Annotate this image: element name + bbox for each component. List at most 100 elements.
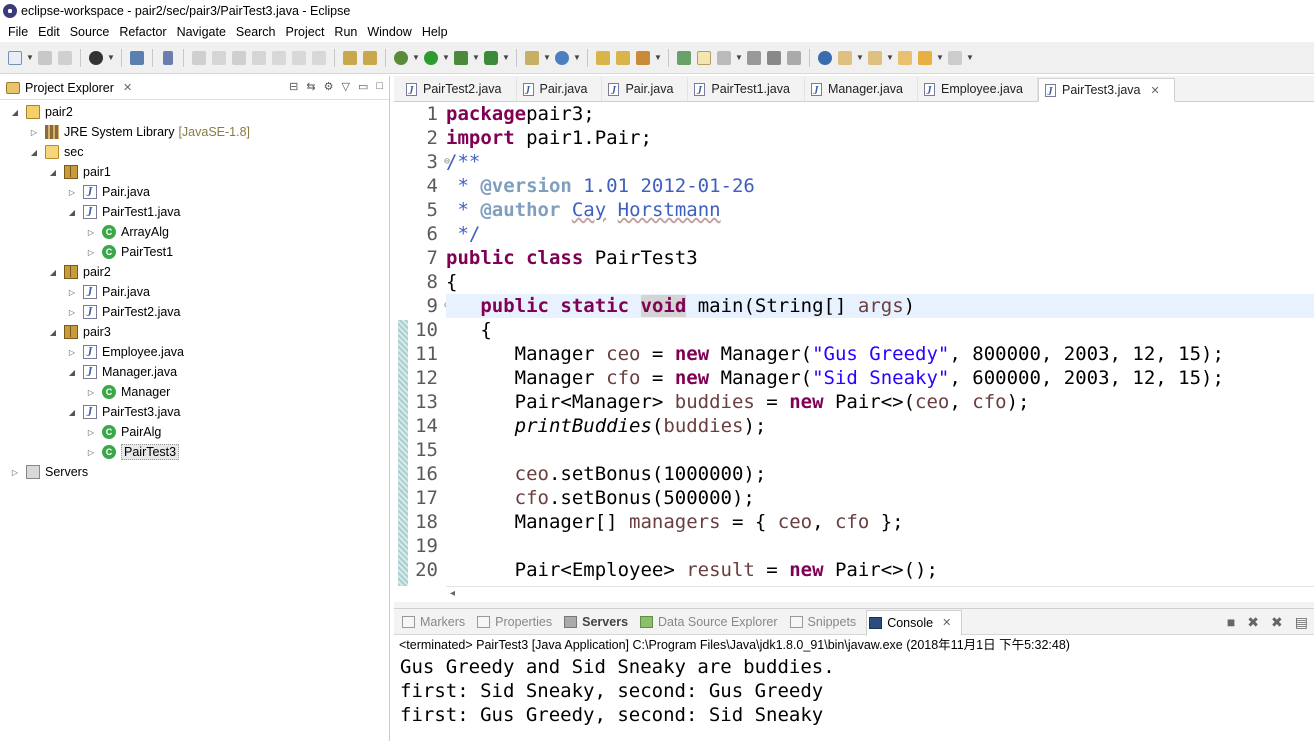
code-line[interactable]: {	[446, 318, 1314, 342]
dropdown-icon[interactable]: ▼	[412, 53, 420, 62]
expanded-twisty-icon[interactable]: ◢	[67, 408, 77, 417]
toggle-mark-occurrences-icon[interactable]	[341, 49, 359, 67]
expanded-twisty-icon[interactable]: ◢	[67, 368, 77, 377]
collapsed-twisty-icon[interactable]: ▷	[29, 128, 39, 137]
code-line[interactable]	[446, 438, 1314, 462]
tree-item[interactable]: ▷ C PairTest3	[0, 442, 389, 462]
tree-item[interactable]: ▷ C PairAlg	[0, 422, 389, 442]
code-line[interactable]: */	[446, 222, 1314, 246]
new-dropdown-icon[interactable]: ▼	[26, 53, 34, 62]
collapsed-twisty-icon[interactable]: ▷	[67, 288, 77, 297]
code-line[interactable]: Pair<Manager> buddies = new Pair<>(ceo, …	[446, 390, 1314, 414]
menu-search[interactable]: Search	[232, 25, 282, 39]
tree-item[interactable]: ◢ pair2	[0, 262, 389, 282]
new-icon[interactable]	[6, 49, 24, 67]
collapsed-twisty-icon[interactable]: ▷	[86, 448, 96, 457]
editor-tab[interactable]: J PairTest2.java	[400, 77, 517, 101]
dropdown-icon[interactable]: ▼	[442, 53, 450, 62]
tree-item[interactable]: ◢ J Manager.java	[0, 362, 389, 382]
collapsed-twisty-icon[interactable]: ▷	[67, 348, 77, 357]
last-edit-icon[interactable]	[896, 49, 914, 67]
remove-all-terminated-icon[interactable]: ✖	[1271, 614, 1283, 631]
terminal-icon[interactable]	[128, 49, 146, 67]
menu-edit[interactable]: Edit	[34, 25, 66, 39]
tree-item[interactable]: ▷ C ArrayAlg	[0, 222, 389, 242]
minimize-icon[interactable]: ▭	[358, 80, 368, 93]
scroll-left-icon[interactable]: ◂	[450, 588, 455, 599]
tree-item[interactable]: ◢ sec	[0, 142, 389, 162]
suspend-icon[interactable]	[210, 49, 228, 67]
code-line[interactable]: Manager cfo = new Manager("Sid Sneaky", …	[446, 366, 1314, 390]
panel-tab[interactable]: Servers	[562, 610, 638, 634]
menu-window[interactable]: Window	[363, 25, 417, 39]
expanded-twisty-icon[interactable]: ◢	[67, 208, 77, 217]
disconnect-icon[interactable]	[250, 49, 268, 67]
horizontal-scrollbar[interactable]: ◂	[446, 586, 1314, 602]
code-line[interactable]: packagepair3;	[446, 102, 1314, 126]
editor-tab[interactable]: J PairTest3.java ✕	[1038, 78, 1175, 102]
globe-icon[interactable]	[816, 49, 834, 67]
collapsed-twisty-icon[interactable]: ▷	[86, 228, 96, 237]
editor-tab[interactable]: J Employee.java	[918, 77, 1038, 101]
code-line[interactable]: printBuddies(buddies);	[446, 414, 1314, 438]
menu-navigate[interactable]: Navigate	[173, 25, 232, 39]
tree-item[interactable]: ▷ C PairTest1	[0, 242, 389, 262]
code-line[interactable]: {	[446, 270, 1314, 294]
editor-tab[interactable]: J Pair.java	[517, 77, 603, 101]
search-icon[interactable]	[634, 49, 652, 67]
project-explorer-tab[interactable]: Project Explorer ✕	[6, 81, 132, 95]
panel-tab[interactable]: Console ✕	[866, 609, 963, 636]
block-selection-icon[interactable]	[361, 49, 379, 67]
tree-item[interactable]: ▷ JRE System Library [JavaSE-1.8]	[0, 122, 389, 142]
panel-tab[interactable]: Properties	[475, 610, 562, 634]
terminate-icon[interactable]	[230, 49, 248, 67]
open-type-icon[interactable]	[594, 49, 612, 67]
code-line[interactable]: Pair<Employee> result = new Pair<>();	[446, 558, 1314, 582]
expanded-twisty-icon[interactable]: ◢	[48, 328, 58, 337]
code-line[interactable]: ceo.setBonus(1000000);	[446, 462, 1314, 486]
code-line[interactable]: /**	[446, 150, 1314, 174]
panel-tab[interactable]: Snippets	[788, 610, 867, 634]
code-line[interactable]	[446, 534, 1314, 558]
step-return-icon[interactable]	[310, 49, 328, 67]
tree-item[interactable]: ◢ pair2	[0, 102, 389, 122]
dropdown-icon[interactable]: ▼	[735, 53, 743, 62]
menu-source[interactable]: Source	[66, 25, 116, 39]
editor-tab[interactable]: J PairTest1.java	[688, 77, 805, 101]
dropdown-icon[interactable]: ▼	[472, 53, 480, 62]
collapsed-twisty-icon[interactable]: ▷	[67, 188, 77, 197]
menu-help[interactable]: Help	[418, 25, 454, 39]
close-tab-icon[interactable]: ✕	[1151, 84, 1160, 97]
resume-icon[interactable]	[190, 49, 208, 67]
editor-tab[interactable]: J Pair.java	[602, 77, 689, 101]
previous-annotation-icon[interactable]	[866, 49, 884, 67]
tree-item[interactable]: ◢ J PairTest3.java	[0, 402, 389, 422]
code-line[interactable]: * @author Cay Horstmann	[446, 198, 1314, 222]
save-icon[interactable]	[36, 49, 54, 67]
debug-icon[interactable]	[392, 49, 410, 67]
code-line[interactable]: public class PairTest3	[446, 246, 1314, 270]
expanded-twisty-icon[interactable]: ◢	[10, 108, 20, 117]
tree-item[interactable]: ◢ pair1	[0, 162, 389, 182]
collapsed-twisty-icon[interactable]: ▷	[67, 308, 77, 317]
collapse-all-icon[interactable]: ⊟	[289, 80, 298, 93]
annotation-icon[interactable]	[675, 49, 693, 67]
tree-item[interactable]: ▷ Servers	[0, 462, 389, 482]
dropdown-icon[interactable]: ▼	[573, 53, 581, 62]
dropdown-icon[interactable]: ▼	[502, 53, 510, 62]
code-line[interactable]: public static void main(String[] args)	[446, 294, 1314, 318]
code-line[interactable]: Manager ceo = new Manager("Gus Greedy", …	[446, 342, 1314, 366]
open-task-icon[interactable]	[614, 49, 632, 67]
menu-file[interactable]: File	[4, 25, 34, 39]
run-icon[interactable]	[422, 49, 440, 67]
dropdown-icon[interactable]: ▼	[856, 53, 864, 62]
next-annotation-icon[interactable]	[836, 49, 854, 67]
expanded-twisty-icon[interactable]: ◢	[29, 148, 39, 157]
new-class-icon[interactable]	[553, 49, 571, 67]
forward-icon[interactable]	[946, 49, 964, 67]
collapsed-twisty-icon[interactable]: ▷	[86, 388, 96, 397]
maximize-icon[interactable]: □	[376, 80, 383, 93]
tree-item[interactable]: ▷ J Pair.java	[0, 182, 389, 202]
menu-project[interactable]: Project	[282, 25, 331, 39]
back-icon[interactable]	[916, 49, 934, 67]
